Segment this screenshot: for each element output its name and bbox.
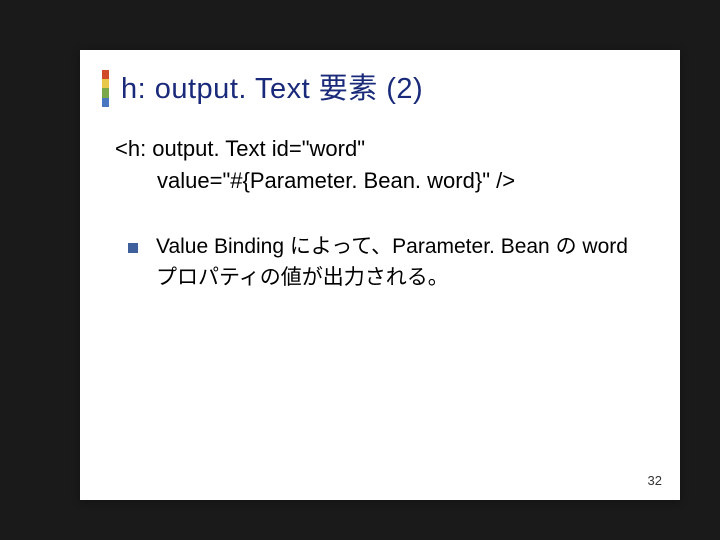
slide-title: h: output. Text 要素 (2) — [121, 70, 423, 107]
title-block: h: output. Text 要素 (2) — [102, 70, 680, 107]
bullet-square-icon — [128, 243, 138, 253]
bullet-text: Value Binding によって、Parameter. Bean の wor… — [156, 231, 650, 294]
page-number: 32 — [648, 473, 662, 488]
color-bar-icon — [102, 70, 109, 107]
code-example: <h: output. Text id="word" value="#{Para… — [115, 133, 650, 197]
bullet-item: Value Binding によって、Parameter. Bean の wor… — [128, 231, 650, 294]
code-line-2: value="#{Parameter. Bean. word}" /> — [115, 165, 650, 197]
code-line-1: <h: output. Text id="word" — [115, 133, 650, 165]
slide: h: output. Text 要素 (2) <h: output. Text … — [80, 50, 680, 500]
